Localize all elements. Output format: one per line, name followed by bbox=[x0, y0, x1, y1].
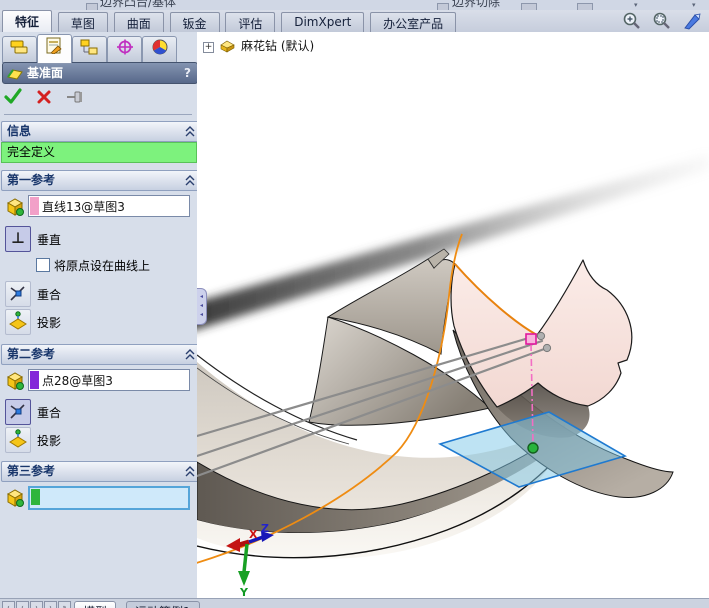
property-manager-titlebar: 基准面 ? bbox=[2, 62, 198, 84]
panel-title: 基准面 bbox=[27, 66, 63, 80]
pm-action-row bbox=[4, 88, 192, 115]
display-manager-icon bbox=[150, 39, 170, 55]
tree-root-label[interactable]: 麻花钻 (默认) bbox=[241, 39, 314, 53]
feature-manager-icon bbox=[10, 39, 30, 55]
coincident-button[interactable] bbox=[5, 399, 31, 425]
dropdown-arrow-icon: ▾ bbox=[634, 1, 638, 9]
axis-z-label: Z bbox=[261, 522, 269, 535]
perpendicular-icon: ⊥ bbox=[6, 227, 30, 249]
reference-entity-icon bbox=[5, 197, 25, 217]
axis-x-label: X bbox=[249, 528, 258, 541]
coincident-button[interactable] bbox=[5, 281, 31, 307]
project-label: 投影 bbox=[37, 314, 61, 331]
clipped-toolbar-label: 边界凸台/基体 bbox=[100, 0, 176, 10]
magnify-stylus-icon[interactable] bbox=[682, 11, 702, 31]
tab-office-products[interactable]: 办公室产品 bbox=[370, 12, 456, 32]
property-manager-panel: 基准面 ? 信息 完全定义 第一参考 bbox=[0, 32, 198, 598]
collapse-chevron-icon bbox=[185, 175, 195, 186]
tab-sheet-metal[interactable]: 钣金 bbox=[170, 12, 220, 32]
tab-features[interactable]: 特征 bbox=[2, 10, 52, 32]
project-icon bbox=[7, 428, 29, 450]
cancel-button[interactable] bbox=[36, 88, 52, 105]
section-label: 第三参考 bbox=[7, 464, 55, 478]
tab-surfaces[interactable]: 曲面 bbox=[114, 12, 164, 32]
selection-color-chip bbox=[30, 197, 39, 215]
flyout-feature-tree: + 麻花钻 (默认) bbox=[203, 37, 314, 55]
perpendicular-label: 垂直 bbox=[37, 231, 61, 248]
configuration-manager-icon bbox=[80, 39, 100, 55]
coincident-label: 重合 bbox=[37, 286, 61, 303]
project-label: 投影 bbox=[37, 432, 61, 449]
clipped-toolbar-label: 边界切除 bbox=[452, 0, 500, 10]
first-reference-selection-field[interactable]: 直线13@草图3 bbox=[28, 195, 190, 217]
coincident-icon bbox=[7, 282, 29, 304]
ok-button[interactable] bbox=[4, 88, 22, 105]
collapse-chevron-icon bbox=[185, 349, 195, 360]
zoom-in-icon[interactable] bbox=[622, 11, 642, 31]
section-header-first-reference[interactable]: 第一参考 bbox=[1, 170, 201, 191]
first-reference-value: 直线13@草图3 bbox=[42, 198, 125, 215]
coincident-icon bbox=[7, 400, 29, 422]
project-button[interactable] bbox=[5, 427, 31, 453]
part-icon bbox=[218, 38, 238, 53]
selected-point-marker[interactable] bbox=[528, 443, 538, 453]
panel-collapse-handle[interactable]: ◂◂◂ bbox=[197, 288, 207, 325]
dropdown-arrow-icon: ▾ bbox=[692, 1, 696, 9]
property-manager-icon bbox=[45, 37, 65, 54]
selection-color-chip bbox=[30, 371, 39, 389]
section-header-second-reference[interactable]: 第二参考 bbox=[1, 344, 201, 365]
tab-configuration-manager[interactable] bbox=[72, 36, 107, 63]
second-reference-value: 点28@草图3 bbox=[42, 372, 113, 389]
project-icon bbox=[7, 310, 29, 332]
tab-dimxpert[interactable]: DimXpert bbox=[281, 12, 364, 32]
third-reference-selection-field[interactable] bbox=[28, 486, 190, 510]
section-label: 第二参考 bbox=[7, 347, 55, 361]
pin-button[interactable] bbox=[66, 88, 86, 105]
dimxpert-manager-icon bbox=[115, 39, 135, 55]
tree-expand-icon[interactable]: + bbox=[203, 42, 214, 53]
graphics-viewport[interactable]: X Z Y + 麻花钻 (默认) ◂◂◂ bbox=[197, 32, 709, 598]
tab-dimxpert-manager[interactable] bbox=[107, 36, 142, 63]
collapse-chevron-icon bbox=[185, 466, 195, 477]
command-manager-tabbar: 特征 草图 曲面 钣金 评估 DimXpert 办公室产品 bbox=[0, 10, 709, 33]
reference-entity-icon bbox=[5, 488, 25, 508]
tab-sketch[interactable]: 草图 bbox=[58, 12, 108, 32]
help-button[interactable]: ? bbox=[184, 63, 191, 83]
selected-line-marker[interactable] bbox=[526, 334, 536, 344]
tab-display-manager[interactable] bbox=[142, 36, 177, 63]
origin-on-curve-checkbox[interactable] bbox=[36, 258, 50, 272]
perpendicular-button[interactable]: ⊥ bbox=[5, 226, 31, 252]
zoom-to-area-icon[interactable] bbox=[652, 11, 672, 31]
coincident-label: 重合 bbox=[37, 404, 61, 421]
section-label: 第一参考 bbox=[7, 173, 55, 187]
reference-plane-icon bbox=[7, 66, 23, 80]
reference-entity-icon bbox=[5, 371, 25, 391]
selection-color-chip bbox=[31, 489, 40, 505]
section-header-third-reference[interactable]: 第三参考 bbox=[1, 461, 201, 482]
solidworks-window: { "top_toolbar": { "clipped_labels": ["边… bbox=[0, 0, 709, 607]
section-label: 信息 bbox=[7, 124, 31, 138]
status-message: 完全定义 bbox=[1, 142, 197, 163]
project-button[interactable] bbox=[5, 309, 31, 335]
second-reference-selection-field[interactable]: 点28@草图3 bbox=[28, 369, 190, 391]
axis-y-label: Y bbox=[239, 586, 249, 598]
section-header-info[interactable]: 信息 bbox=[1, 121, 201, 142]
origin-on-curve-label: 将原点设在曲线上 bbox=[54, 257, 150, 274]
tab-feature-manager[interactable] bbox=[2, 36, 37, 63]
collapse-chevron-icon bbox=[185, 126, 195, 137]
tab-evaluate[interactable]: 评估 bbox=[225, 12, 275, 32]
tab-property-manager[interactable] bbox=[37, 34, 72, 64]
model-canvas[interactable]: X Z Y bbox=[197, 32, 709, 598]
